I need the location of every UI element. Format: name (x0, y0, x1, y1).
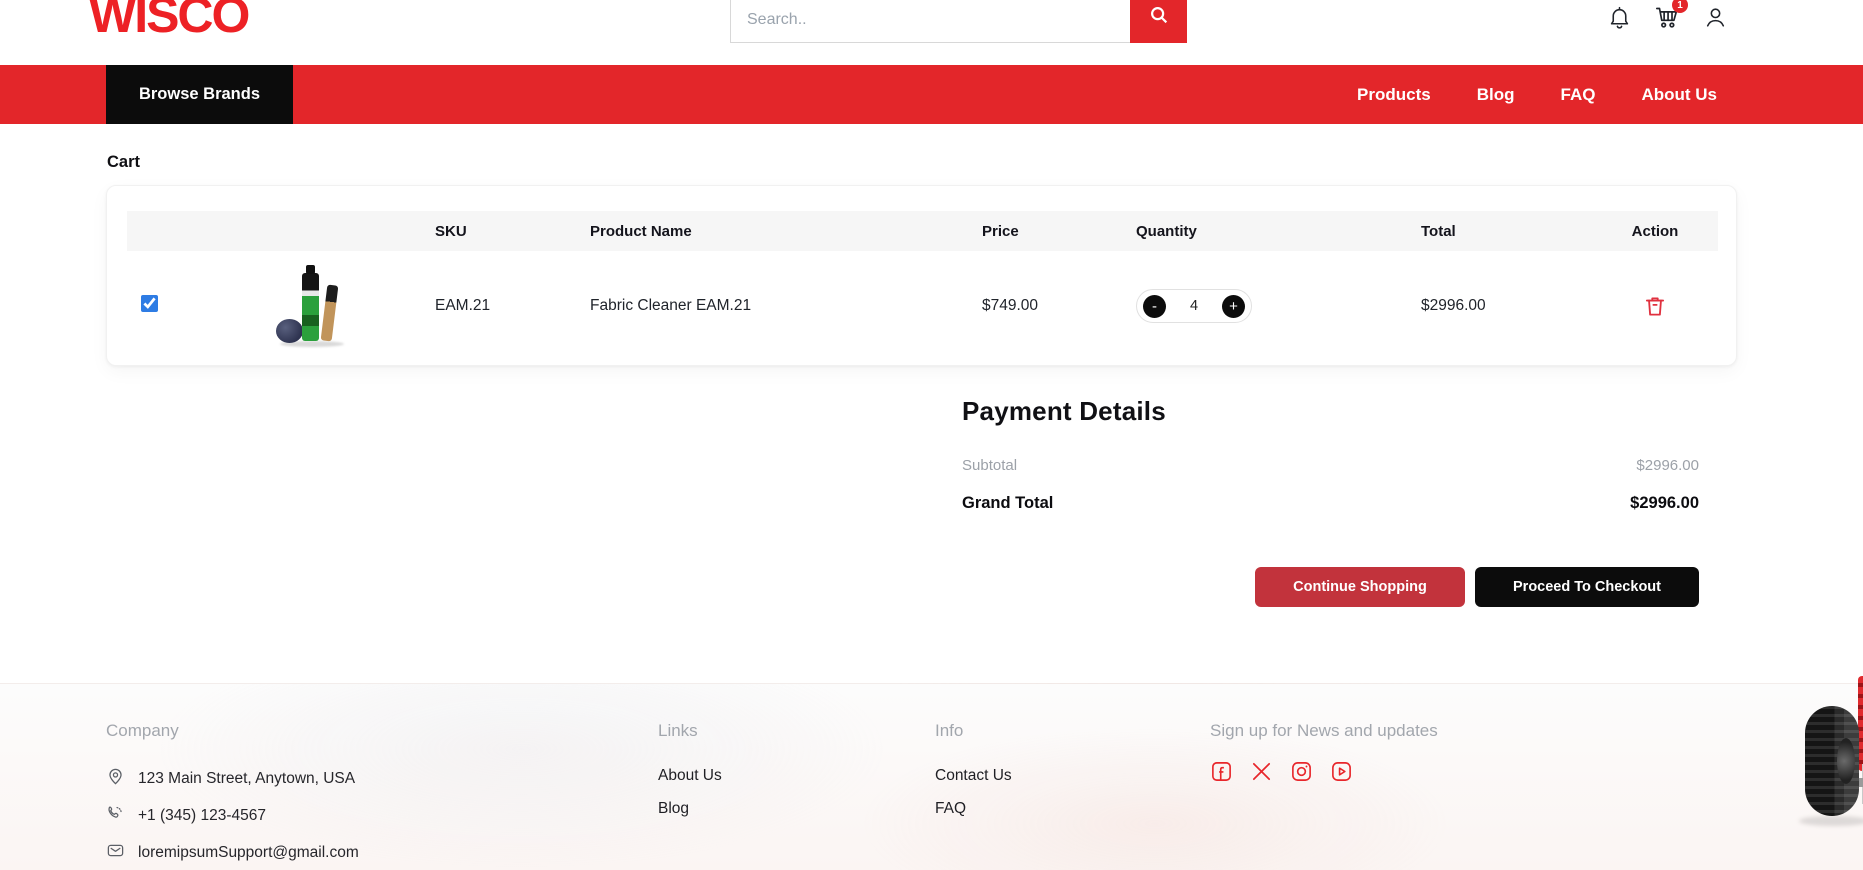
tire-image (1785, 668, 1863, 870)
quantity-stepper: - 4 + (1136, 289, 1252, 323)
column-header-sku: SKU (435, 223, 590, 240)
footer-link-blog[interactable]: Blog (658, 800, 722, 818)
footer-signup-title: Sign up for News and updates (1210, 721, 1438, 741)
nav-link-products[interactable]: Products (1357, 85, 1431, 105)
proceed-to-checkout-button[interactable]: Proceed To Checkout (1475, 567, 1699, 607)
column-header-price: Price (982, 223, 1136, 240)
search-input[interactable] (730, 0, 1130, 43)
quantity-decrease-button[interactable]: - (1143, 295, 1166, 318)
main-navbar: Browse Brands Products Blog FAQ About Us (0, 65, 1863, 124)
cart-table-header: SKU Product Name Price Quantity Total Ac… (127, 211, 1718, 251)
footer-company-column: Company 123 Main Street, Anytown, USA (106, 684, 359, 865)
footer-info-column: Info Contact Us FAQ (935, 684, 1012, 818)
cart-icon[interactable]: 1 (1653, 3, 1681, 31)
column-header-quantity: Quantity (1136, 223, 1421, 240)
brand-logo[interactable]: WISCO (89, 0, 248, 44)
payment-details-title: Payment Details (962, 396, 1699, 427)
mail-icon (106, 841, 125, 865)
footer-email[interactable]: loremipsumSupport@gmail.com (106, 841, 359, 865)
checkout-actions: Continue Shopping Proceed To Checkout (1255, 567, 1699, 607)
youtube-icon[interactable] (1330, 760, 1353, 783)
search-icon (1148, 4, 1170, 29)
trash-icon (1642, 293, 1668, 320)
footer-links-title: Links (658, 721, 722, 741)
item-sku: EAM.21 (435, 297, 590, 315)
grand-total-value: $2996.00 (1630, 494, 1699, 513)
item-total: $2996.00 (1421, 297, 1592, 315)
nav-link-blog[interactable]: Blog (1477, 85, 1515, 105)
cart-page: WISCO (0, 0, 1863, 870)
page-title: Cart (107, 153, 140, 172)
cart-item-row: EAM.21 Fabric Cleaner EAM.21 $749.00 - 4… (127, 251, 1718, 361)
quantity-value: 4 (1190, 298, 1198, 314)
footer-link-faq[interactable]: FAQ (935, 800, 1012, 818)
subtotal-value: $2996.00 (1636, 457, 1699, 474)
footer-link-contact-us[interactable]: Contact Us (935, 767, 1012, 785)
nav-link-faq[interactable]: FAQ (1561, 85, 1596, 105)
item-select-checkbox[interactable] (141, 295, 158, 312)
item-name: Fabric Cleaner EAM.21 (590, 297, 982, 315)
cart-count-badge: 1 (1672, 0, 1688, 13)
footer-company-title: Company (106, 721, 359, 741)
x-twitter-icon[interactable] (1250, 760, 1273, 783)
top-header: WISCO (0, 0, 1863, 65)
facebook-icon[interactable] (1210, 760, 1233, 783)
footer: Company 123 Main Street, Anytown, USA (0, 683, 1863, 870)
subtotal-label: Subtotal (962, 457, 1017, 474)
social-icons (1210, 760, 1438, 783)
user-account-icon[interactable] (1701, 3, 1729, 31)
column-header-action: Action (1592, 223, 1718, 240)
footer-info-title: Info (935, 721, 1012, 741)
column-header-total: Total (1421, 223, 1592, 240)
search-bar (730, 0, 1187, 43)
cart-table-card: SKU Product Name Price Quantity Total Ac… (106, 185, 1737, 366)
footer-link-about-us[interactable]: About Us (658, 767, 722, 785)
instagram-icon[interactable] (1290, 760, 1313, 783)
item-price: $749.00 (982, 297, 1136, 315)
footer-links-column: Links About Us Blog (658, 684, 722, 818)
payment-details-section: Payment Details Subtotal $2996.00 Grand … (962, 396, 1699, 513)
footer-address: 123 Main Street, Anytown, USA (106, 767, 359, 791)
footer-signup-column: Sign up for News and updates (1210, 684, 1438, 783)
quantity-increase-button[interactable]: + (1222, 295, 1245, 318)
notification-bell-icon[interactable] (1605, 3, 1633, 31)
nav-links: Products Blog FAQ About Us (1357, 85, 1717, 105)
nav-link-about-us[interactable]: About Us (1641, 85, 1717, 105)
footer-phone[interactable]: +1 (345) 123-4567 (106, 804, 359, 828)
header-icons: 1 (1605, 3, 1729, 31)
search-button[interactable] (1130, 0, 1187, 43)
location-pin-icon (106, 767, 125, 791)
delete-item-button[interactable] (1642, 293, 1668, 320)
grand-total-label: Grand Total (962, 494, 1053, 513)
phone-icon (106, 804, 125, 828)
product-image (272, 263, 350, 349)
continue-shopping-button[interactable]: Continue Shopping (1255, 567, 1465, 607)
column-header-name: Product Name (590, 223, 982, 240)
browse-brands-button[interactable]: Browse Brands (106, 65, 293, 124)
